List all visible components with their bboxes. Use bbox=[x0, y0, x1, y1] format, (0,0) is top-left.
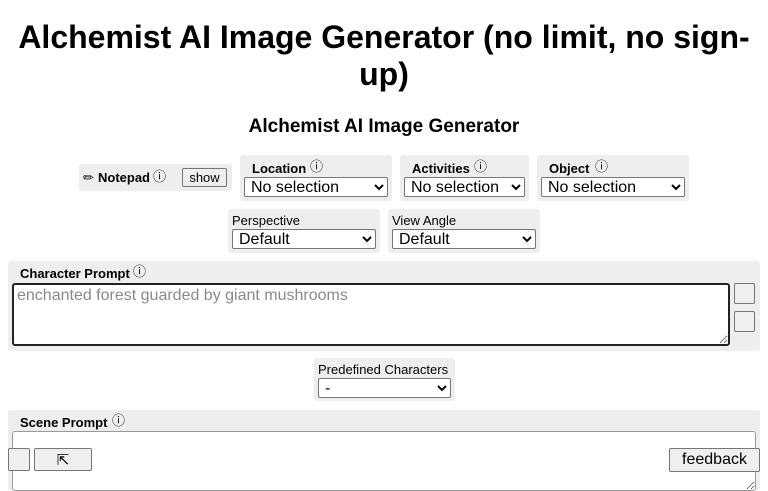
character-prompt-panel: Character Prompt ⓘ bbox=[8, 261, 760, 351]
activities-label: Activities bbox=[412, 161, 470, 176]
predefined-characters-label: Predefined Characters bbox=[318, 362, 449, 377]
menu-button[interactable] bbox=[8, 448, 30, 471]
character-prompt-label: Character Prompt bbox=[20, 266, 130, 281]
character-prompt-action-button-2[interactable] bbox=[734, 311, 755, 332]
view-angle-panel: View Angle Default bbox=[388, 209, 540, 253]
info-icon[interactable]: ⓘ bbox=[112, 413, 125, 428]
activities-panel: Activities ⓘ No selection bbox=[400, 155, 529, 201]
perspective-label: Perspective bbox=[232, 213, 300, 228]
scene-prompt-input[interactable] bbox=[12, 431, 756, 491]
info-icon[interactable]: ⓘ bbox=[153, 169, 166, 184]
object-label: Object bbox=[549, 161, 590, 176]
page-title: Alchemist AI Image Generator (no limit, … bbox=[18, 19, 750, 92]
pencil-icon: ✏ bbox=[83, 170, 94, 185]
feedback-label: feedback bbox=[682, 451, 747, 468]
feedback-button[interactable]: feedback bbox=[669, 448, 760, 472]
scroll-to-top-button[interactable]: ⇱ bbox=[34, 448, 92, 471]
info-icon[interactable]: ⓘ bbox=[133, 264, 146, 279]
object-panel: Object ⓘ No selection bbox=[537, 155, 689, 201]
perspective-select[interactable]: Default bbox=[232, 229, 376, 249]
notepad-panel: ✏ Notepad ⓘ show bbox=[79, 164, 232, 191]
view-angle-select[interactable]: Default bbox=[392, 229, 536, 249]
predefined-characters-panel: Predefined Characters - bbox=[314, 358, 455, 401]
location-label: Location bbox=[252, 161, 307, 176]
location-panel: Location ⓘ No selection bbox=[240, 155, 392, 201]
info-icon[interactable]: ⓘ bbox=[474, 159, 487, 174]
object-select[interactable]: No selection bbox=[541, 177, 685, 197]
section-title: Alchemist AI Image Generator bbox=[248, 116, 520, 137]
scene-prompt-panel: Scene Prompt ⓘ bbox=[8, 410, 760, 491]
scene-prompt-label: Scene Prompt bbox=[20, 415, 108, 430]
perspective-panel: Perspective Default bbox=[228, 209, 380, 253]
notepad-label: Notepad bbox=[98, 170, 150, 185]
character-prompt-action-button-1[interactable] bbox=[734, 283, 755, 304]
location-select[interactable]: No selection bbox=[244, 177, 388, 197]
info-icon[interactable]: ⓘ bbox=[595, 159, 608, 174]
activities-select[interactable]: No selection bbox=[404, 177, 525, 197]
predefined-characters-select[interactable]: - bbox=[318, 378, 451, 398]
notepad-show-button[interactable]: show bbox=[182, 168, 227, 187]
character-prompt-input[interactable] bbox=[12, 283, 730, 346]
info-icon[interactable]: ⓘ bbox=[310, 159, 323, 174]
view-angle-label: View Angle bbox=[392, 213, 457, 228]
